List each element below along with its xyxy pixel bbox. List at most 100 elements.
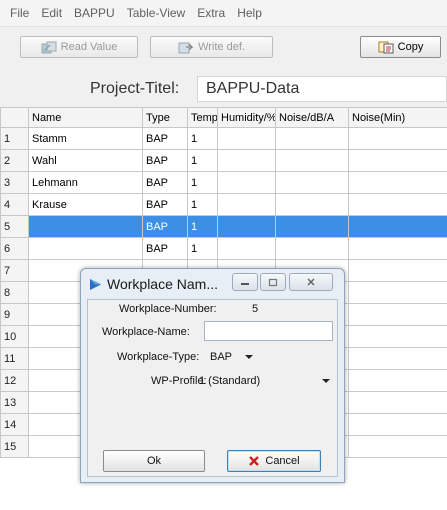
col-header-noise-dba[interactable]: Noise/dB/A xyxy=(275,107,349,128)
menu-edit[interactable]: Edit xyxy=(31,6,62,20)
row-number-cell: 9 xyxy=(0,303,29,326)
menu-help[interactable]: Help xyxy=(227,6,262,20)
noise-dba-cell[interactable] xyxy=(275,127,349,150)
workplace-name-input[interactable] xyxy=(204,321,333,341)
workplace-number-value: 5 xyxy=(252,303,259,315)
table-header-row: Name Type Temp Humidity/% Noise/dB/A Noi… xyxy=(0,107,447,128)
table-row[interactable]: 3 Lehmann BAP 1 xyxy=(0,171,447,194)
table-row[interactable]: 6 BAP 1 xyxy=(0,237,447,260)
workplace-type-select[interactable]: BAP xyxy=(210,348,262,366)
copy-button[interactable]: Copy xyxy=(360,36,441,58)
col-header-name[interactable]: Name xyxy=(28,107,143,128)
dialog-title: Workplace Nam... xyxy=(107,276,218,292)
write-def-button[interactable]: Write def. xyxy=(150,36,273,58)
workplace-name-label: Workplace-Name: xyxy=(102,326,190,338)
menu-table-view[interactable]: Table-View xyxy=(117,6,185,20)
type-cell[interactable]: BAP xyxy=(142,193,188,216)
noise-min-cell[interactable] xyxy=(348,325,447,348)
temp-cell[interactable]: 1 xyxy=(187,149,218,172)
project-title-label: Project-Titel: xyxy=(90,80,180,97)
cancel-button[interactable]: Cancel xyxy=(227,450,321,472)
table-row[interactable]: 4 Krause BAP 1 xyxy=(0,193,447,216)
noise-min-cell[interactable] xyxy=(348,237,447,260)
row-number-cell: 6 xyxy=(0,237,29,260)
type-cell[interactable]: BAP xyxy=(142,127,188,150)
read-value-button[interactable]: Read Value xyxy=(20,36,138,58)
row-number-cell: 7 xyxy=(0,259,29,282)
humidity-cell[interactable] xyxy=(217,215,276,238)
menu-extra[interactable]: Extra xyxy=(187,6,225,20)
name-cell[interactable] xyxy=(28,215,143,238)
noise-min-cell[interactable] xyxy=(348,369,447,392)
noise-min-cell[interactable] xyxy=(348,413,447,436)
close-button[interactable] xyxy=(289,273,333,291)
name-cell[interactable]: Stamm xyxy=(28,127,143,150)
col-header-rownum xyxy=(0,107,29,128)
toolbar: Read Value Write def. Copy xyxy=(0,27,447,75)
chevron-down-icon xyxy=(322,379,330,383)
wp-profile-value: 1 (Standard) xyxy=(199,375,261,387)
noise-dba-cell[interactable] xyxy=(275,237,349,260)
humidity-cell[interactable] xyxy=(217,193,276,216)
menu-file[interactable]: File xyxy=(0,6,29,20)
col-header-type[interactable]: Type xyxy=(142,107,188,128)
type-cell[interactable]: BAP xyxy=(142,149,188,172)
noise-min-cell[interactable] xyxy=(348,193,447,216)
noise-min-cell[interactable] xyxy=(348,259,447,282)
ok-button[interactable]: Ok xyxy=(103,450,205,472)
noise-dba-cell[interactable] xyxy=(275,215,349,238)
row-number-cell: 2 xyxy=(0,149,29,172)
col-header-humidity[interactable]: Humidity/% xyxy=(217,107,276,128)
row-number-cell: 1 xyxy=(0,127,29,150)
workplace-type-value: BAP xyxy=(210,351,233,363)
col-header-temp[interactable]: Temp xyxy=(187,107,218,128)
row-number-cell: 3 xyxy=(0,171,29,194)
row-number-cell: 11 xyxy=(0,347,29,370)
noise-dba-cell[interactable] xyxy=(275,171,349,194)
noise-min-cell[interactable] xyxy=(348,171,447,194)
noise-min-cell[interactable] xyxy=(348,215,447,238)
wp-profile-select[interactable]: 1 (Standard) xyxy=(199,372,333,390)
workplace-number-label: Workplace-Number: xyxy=(119,303,217,315)
name-cell[interactable]: Lehmann xyxy=(28,171,143,194)
humidity-cell[interactable] xyxy=(217,149,276,172)
row-number-cell: 13 xyxy=(0,391,29,414)
name-cell[interactable]: Krause xyxy=(28,193,143,216)
temp-cell[interactable]: 1 xyxy=(187,127,218,150)
noise-min-cell[interactable] xyxy=(348,391,447,414)
noise-min-cell[interactable] xyxy=(348,303,447,326)
minimize-button[interactable] xyxy=(232,273,258,291)
name-cell[interactable] xyxy=(28,237,143,260)
temp-cell[interactable]: 1 xyxy=(187,171,218,194)
humidity-cell[interactable] xyxy=(217,237,276,260)
temp-cell[interactable]: 1 xyxy=(187,193,218,216)
table-row[interactable]: 5 BAP 1 xyxy=(0,215,447,238)
workplace-type-label: Workplace-Type: xyxy=(117,351,200,363)
menu-bappu[interactable]: BAPPU xyxy=(64,6,115,20)
noise-min-cell[interactable] xyxy=(348,435,447,458)
dialog-titlebar[interactable]: Workplace Nam... xyxy=(81,269,344,297)
noise-min-cell[interactable] xyxy=(348,281,447,304)
close-icon xyxy=(307,278,315,286)
temp-cell[interactable]: 1 xyxy=(187,215,218,238)
noise-min-cell[interactable] xyxy=(348,127,447,150)
humidity-cell[interactable] xyxy=(217,127,276,150)
noise-dba-cell[interactable] xyxy=(275,193,349,216)
row-number-cell: 4 xyxy=(0,193,29,216)
noise-min-cell[interactable] xyxy=(348,149,447,172)
table-row[interactable]: 1 Stamm BAP 1 xyxy=(0,127,447,150)
maximize-button[interactable] xyxy=(260,273,286,291)
workplace-name-dialog: Workplace Nam... Workplace-Number: 5 Wor… xyxy=(80,268,345,483)
noise-dba-cell[interactable] xyxy=(275,149,349,172)
type-cell[interactable]: BAP xyxy=(142,171,188,194)
temp-cell[interactable]: 1 xyxy=(187,237,218,260)
name-cell[interactable]: Wahl xyxy=(28,149,143,172)
humidity-cell[interactable] xyxy=(217,171,276,194)
project-title-field[interactable]: BAPPU-Data xyxy=(197,76,447,102)
col-header-noise-min[interactable]: Noise(Min) xyxy=(348,107,447,128)
type-cell[interactable]: BAP xyxy=(142,237,188,260)
noise-min-cell[interactable] xyxy=(348,347,447,370)
dialog-body: Workplace-Number: 5 Workplace-Name: Work… xyxy=(87,299,338,477)
type-cell[interactable]: BAP xyxy=(142,215,188,238)
table-row[interactable]: 2 Wahl BAP 1 xyxy=(0,149,447,172)
